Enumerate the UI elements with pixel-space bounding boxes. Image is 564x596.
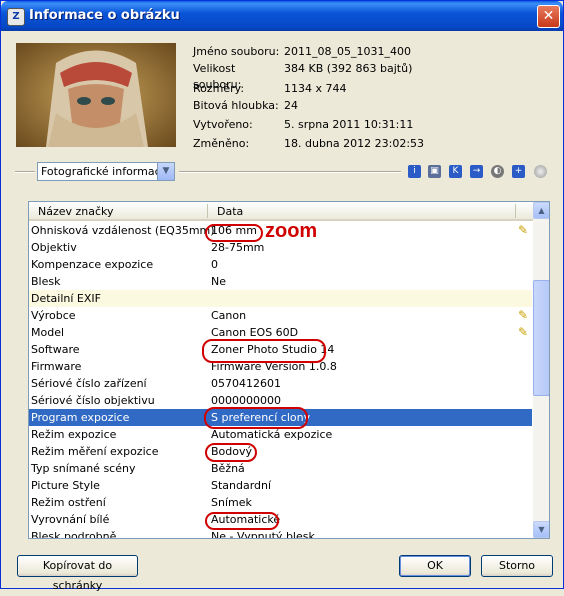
bit-depth-value: 24 (284, 99, 298, 112)
tag-name: Firmware (31, 360, 82, 373)
tag-value: Ne (211, 275, 226, 288)
scroll-up-button[interactable]: ▲ (533, 202, 549, 219)
tag-value: 0570412601 (211, 377, 281, 390)
column-header-data[interactable]: Data (217, 205, 243, 218)
tag-name: Režim expozice (31, 428, 117, 441)
modified-label: Změněno: (193, 137, 250, 150)
file-name-label: Jméno souboru: (193, 45, 280, 58)
tag-value: Běžná (211, 462, 245, 475)
vertical-scrollbar[interactable]: ▲ ▼ (533, 202, 549, 538)
tag-name: Režim ostření (31, 496, 106, 509)
exif-list[interactable]: Název značky Data Ohnisková vzdálenost (… (28, 201, 550, 539)
info-icon[interactable]: i (408, 165, 421, 178)
pencil-icon[interactable]: ✎ (518, 325, 532, 339)
cancel-button[interactable]: Storno (481, 555, 553, 577)
chevron-down-icon[interactable]: ▼ (157, 163, 174, 180)
tag-name: Kompenzace expozice (31, 258, 154, 271)
table-row[interactable]: Picture Style Standardní (29, 477, 532, 494)
camera-icon[interactable]: ▣ (428, 165, 441, 178)
file-name-value: 2011_08_05_1031_400 (284, 45, 411, 58)
tag-name: Výrobce (31, 309, 76, 322)
list-section-row[interactable]: Detailní EXIF (29, 290, 532, 307)
dimensions-value: 1134 x 744 (284, 82, 347, 95)
tag-value: 0 (211, 258, 218, 271)
column-divider[interactable] (515, 204, 516, 218)
created-label: Vytvořeno: (193, 118, 253, 131)
dialog-window: Z Informace o obrázku ✕ Jméno souboru: 2… (0, 0, 564, 592)
info-category-select[interactable]: Fotografické informace ▼ (37, 162, 175, 181)
dimensions-label: Rozměry: (193, 82, 245, 95)
table-row[interactable]: Blesk podrobně Ne - Vypnutý blesk (29, 528, 532, 539)
arrow-icon[interactable]: → (470, 165, 483, 178)
modified-value: 18. dubna 2012 23:02:53 (284, 137, 425, 150)
tag-name: Ohnisková vzdálenost (EQ35mm) (31, 224, 215, 237)
k-icon[interactable]: K (449, 165, 462, 178)
tag-value: Canon (211, 309, 247, 322)
file-size-value: 384 KB (392 863 bajtů) (284, 62, 413, 75)
pencil-icon[interactable]: ✎ (518, 223, 532, 237)
tag-value: Snímek (211, 496, 252, 509)
table-row[interactable]: Režim měření expozice Bodový (29, 443, 532, 460)
list-header: Název značky Data (29, 202, 533, 221)
annotation-circle (202, 339, 326, 363)
tag-name: Program expozice (31, 411, 130, 424)
tag-name: Software (31, 343, 80, 356)
image-thumbnail (16, 43, 176, 147)
tag-name: Sériové číslo objektivu (31, 394, 155, 407)
annotation-circle (205, 224, 263, 242)
tag-value: Standardní (211, 479, 272, 492)
table-row[interactable]: Kompenzace expozice 0 (29, 256, 532, 273)
tag-name: Detailní EXIF (31, 292, 101, 305)
file-size-label: Velikost souboru: (193, 62, 242, 91)
table-row[interactable]: Vyrovnání bílé Automatické (29, 511, 532, 528)
tag-name: Sériové číslo zařízení (31, 377, 147, 390)
tag-name: Blesk podrobně (31, 530, 117, 539)
zoom-annotation: zoom (265, 220, 318, 242)
annotation-circle (204, 407, 308, 429)
tag-name: Objektiv (31, 241, 77, 254)
tag-name: Blesk (31, 275, 61, 288)
gps-icon[interactable]: ◐ (491, 165, 504, 178)
circle-icon[interactable] (534, 165, 547, 178)
list-rows: Ohnisková vzdálenost (EQ35mm) 106 mm ✎ Obje… (29, 222, 532, 539)
created-value: 5. srpna 2011 10:31:11 (284, 118, 414, 131)
bit-depth-label: Bitová hloubka: (193, 99, 279, 112)
tag-name: Režim měření expozice (31, 445, 159, 458)
window-title: Informace o obrázku (29, 8, 180, 23)
close-button[interactable]: ✕ (537, 5, 560, 28)
separator-right (179, 171, 401, 173)
copy-to-clipboard-button[interactable]: Kopírovat do schránky (17, 555, 138, 592)
separator-left (15, 171, 35, 173)
title-bar[interactable]: Z Informace o obrázku ✕ (1, 1, 563, 31)
tag-name: Vyrovnání bílé (31, 513, 110, 526)
annotation-circle (205, 512, 279, 530)
annotation-circle (205, 443, 257, 462)
ok-button[interactable]: OK (399, 555, 471, 577)
add-icon[interactable]: + (512, 165, 525, 178)
table-row[interactable]: Sériové číslo zařízení 0570412601 (29, 375, 532, 392)
table-row[interactable]: Výrobce Canon ✎ (29, 307, 532, 324)
tag-name: Picture Style (31, 479, 100, 492)
tag-name: Typ snímané scény (31, 462, 136, 475)
app-icon: Z (7, 8, 25, 26)
column-header-name[interactable]: Název značky (38, 205, 114, 218)
select-value: Fotografické informace (41, 165, 168, 178)
table-row[interactable]: Typ snímané scény Běžná (29, 460, 532, 477)
column-divider[interactable] (207, 204, 208, 218)
table-row[interactable]: Blesk Ne (29, 273, 532, 290)
table-row[interactable]: Režim ostření Snímek (29, 494, 532, 511)
scroll-down-button[interactable]: ▼ (533, 521, 549, 538)
pencil-icon[interactable]: ✎ (518, 308, 532, 322)
close-icon: ✕ (542, 8, 555, 24)
tag-name: Model (31, 326, 65, 339)
scroll-thumb[interactable] (533, 280, 549, 396)
